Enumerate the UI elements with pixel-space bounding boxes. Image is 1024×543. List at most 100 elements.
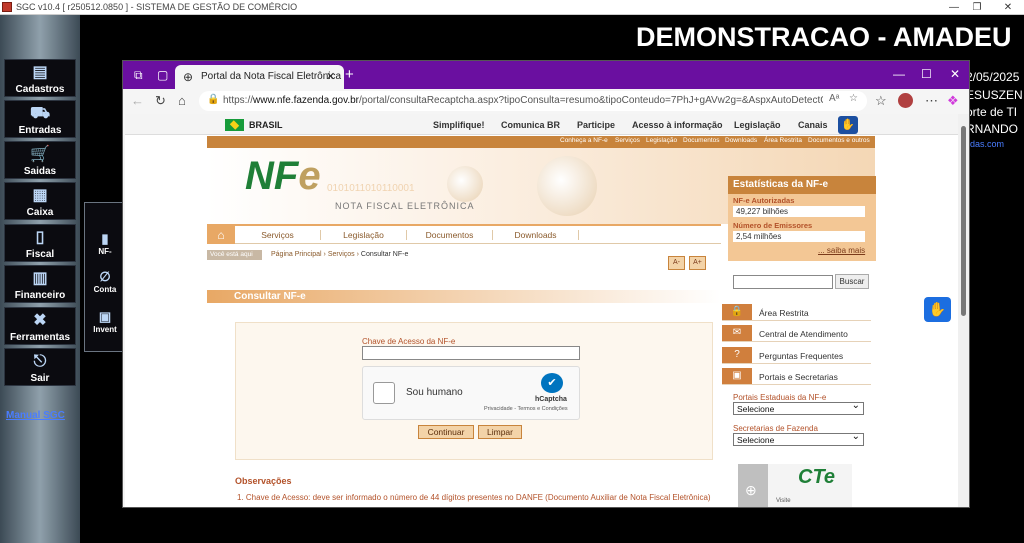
consulta-form: Chave de Acesso da NF-e Sou humano ✔ hCa…	[235, 322, 713, 460]
sub-menu-nfe[interactable]: ▮ NF-	[85, 231, 125, 256]
manual-link[interactable]: Manual SGC	[6, 410, 65, 421]
accessibility-float-icon[interactable]: ✋	[924, 297, 951, 322]
sidebar-cadastros[interactable]: ▤ Cadastros	[4, 59, 76, 97]
scrollbar-thumb[interactable]	[961, 126, 966, 316]
top-menu-downloads[interactable]: Downloads	[725, 137, 757, 144]
home-menu-icon[interactable]: ⌂	[207, 226, 235, 244]
copilot-icon[interactable]: ❖	[947, 93, 959, 109]
link-portais-secretarias[interactable]: ▣ Portais e Secretarias	[722, 368, 871, 385]
globe-icon: ⊕	[183, 70, 194, 84]
access-key-input[interactable]	[362, 346, 580, 360]
demo-banner: DEMONSTRACAO - AMADEU	[636, 22, 1012, 52]
link-perguntas-frequentes[interactable]: ? Perguntas Frequentes	[722, 347, 871, 364]
profile-avatar[interactable]	[898, 93, 913, 108]
access-key-label: Chave de Acesso da NF-e	[362, 337, 456, 346]
breadcrumb: Você está aqui Página Principal › Serviç…	[207, 250, 721, 262]
back-icon[interactable]: ←	[131, 93, 144, 108]
top-menu-outros[interactable]: Documentos e outros	[808, 137, 870, 144]
new-tab-icon[interactable]: +	[345, 66, 354, 83]
lock-icon: 🔒	[722, 304, 752, 320]
right-info-line3: orte de TI	[966, 105, 1018, 119]
address-bar[interactable]: 🔒 https://www.nfe.fazenda.gov.br/portal/…	[199, 91, 867, 111]
browser-window: ⧉ ▢ ⊕ Portal da Nota Fiscal Eletrônica ✕…	[122, 60, 970, 508]
link-area-restrita[interactable]: 🔒 Área Restrita	[722, 304, 871, 321]
page-scrollbar[interactable]	[958, 114, 969, 507]
sidebar-saidas[interactable]: 🛒 Saidas	[4, 141, 76, 179]
search-input[interactable]	[733, 275, 833, 289]
gov-link-legislacao[interactable]: Legislação	[734, 120, 781, 130]
right-info-line2: ESUSZEN	[966, 88, 1023, 102]
close-tab-icon[interactable]: ✕	[326, 70, 335, 83]
favorite-star-icon[interactable]: ☆	[849, 93, 858, 104]
stats-more-link[interactable]: ... saiba mais	[818, 246, 865, 255]
sidebar-sair[interactable]: ⎋ Sair	[4, 348, 76, 386]
url-text: https://www.nfe.fazenda.gov.br/portal/co…	[223, 95, 823, 106]
observation-item: 1. Chave de Acesso: deve ser informado o…	[237, 493, 711, 502]
gov-link-canais[interactable]: Canais	[798, 120, 828, 130]
gov-bar: BRASIL Simplifique! Comunica BR Particip…	[125, 114, 958, 135]
workspaces-icon[interactable]: ⧉	[134, 68, 143, 83]
browser-maximize-icon[interactable]: ☐	[921, 67, 932, 81]
search-button[interactable]: Buscar	[835, 274, 869, 289]
close-icon[interactable]: ✕	[985, 0, 1024, 15]
hcaptcha-logo-icon: ✔	[541, 373, 563, 393]
app-title: SGC v10.4 [ r250512.0850 ] - SISTEMA DE …	[16, 2, 298, 12]
brazil-flag-icon	[225, 119, 244, 131]
home-icon[interactable]: ⌂	[178, 93, 186, 108]
read-aloud-icon[interactable]: Aᵃ	[829, 93, 839, 104]
exit-icon: ⎋	[33, 353, 47, 370]
gov-link-comunica[interactable]: Comunica BR	[501, 120, 560, 130]
top-menu-legislacao[interactable]: Legislação	[646, 137, 677, 144]
sidebar-fiscal[interactable]: ▯ Fiscal	[4, 224, 76, 262]
tab-actions-icon[interactable]: ▢	[157, 68, 168, 82]
sidebar-caixa[interactable]: ▦ Caixa	[4, 182, 76, 220]
sub-menu-invent[interactable]: ▣ Invent	[85, 309, 125, 334]
document-icon: ▯	[35, 229, 45, 246]
captcha-checkbox[interactable]	[373, 382, 395, 404]
crumb-home[interactable]: Página Principal	[271, 251, 322, 258]
menu-servicos[interactable]: Serviços	[235, 230, 321, 240]
refresh-icon[interactable]: ↻	[155, 93, 166, 109]
tab-nfe-portal[interactable]: ⊕ Portal da Nota Fiscal Eletrônica ✕	[175, 65, 344, 89]
hcaptcha-widget: Sou humano ✔ hCaptcha Privacidade - Term…	[362, 366, 580, 420]
secretarias-label: Secretarias de Fazenda	[733, 424, 818, 433]
stats-label-emitters: Número de Emissores	[733, 221, 813, 230]
nfe-logo-icon: NFe	[245, 154, 321, 198]
breadcrumb-trail: Página Principal › Serviços › Consultar …	[271, 251, 409, 258]
right-info-line5[interactable]: ildas.com	[966, 139, 1004, 149]
top-menu-conheca[interactable]: Conheça a NF-e	[560, 137, 608, 144]
font-decrease-button[interactable]: A-	[668, 256, 685, 270]
browser-close-icon[interactable]: ✕	[950, 67, 960, 81]
sidebar-ferramentas[interactable]: ✖ Ferramentas	[4, 307, 76, 345]
continuar-button[interactable]: Continuar	[418, 425, 474, 439]
sidebar-entradas[interactable]: ⛟ Entradas	[4, 100, 76, 138]
cte-visit-label: Visite	[776, 498, 791, 504]
menu-documentos[interactable]: Documentos	[407, 230, 493, 240]
accessibility-icon[interactable]: ✋	[838, 116, 858, 134]
section-title: Consultar NF-e	[207, 290, 721, 303]
sidebar-financeiro[interactable]: ▥ Financeiro	[4, 265, 76, 303]
font-increase-button[interactable]: A+	[689, 256, 706, 270]
favorites-icon[interactable]: ☆	[875, 93, 887, 109]
lock-icon: 🔒	[207, 94, 220, 105]
more-menu-icon[interactable]: ⋯	[925, 93, 938, 109]
gov-link-participe[interactable]: Participe	[577, 120, 615, 130]
menu-downloads[interactable]: Downloads	[493, 230, 579, 240]
cte-banner[interactable]: ⊕ CTe Visite	[738, 464, 852, 507]
limpar-button[interactable]: Limpar	[478, 425, 522, 439]
browser-minimize-icon[interactable]: —	[893, 67, 905, 81]
gov-link-simplifique[interactable]: Simplifique!	[433, 120, 485, 130]
menu-legislacao[interactable]: Legislação	[321, 230, 407, 240]
gov-link-acesso[interactable]: Acesso à informação	[632, 120, 723, 130]
www-globe-icon: ⊕	[745, 482, 757, 498]
sub-menu-conta[interactable]: ∅ Conta	[85, 269, 125, 294]
hcaptcha-links[interactable]: Privacidade - Termos e Condições	[484, 406, 568, 412]
observations-title: Observações	[235, 476, 292, 486]
top-menu-servicos[interactable]: Serviços	[615, 137, 640, 144]
crumb-services[interactable]: Serviços	[328, 251, 355, 258]
top-menu-area-restrita[interactable]: Área Restrita	[764, 137, 802, 144]
portais-select[interactable]: Selecione	[733, 400, 864, 415]
top-menu-documentos[interactable]: Documentos	[683, 137, 720, 144]
link-central-atendimento[interactable]: ✉ Central de Atendimento	[722, 325, 871, 342]
secretarias-select[interactable]: Selecione	[733, 431, 864, 446]
